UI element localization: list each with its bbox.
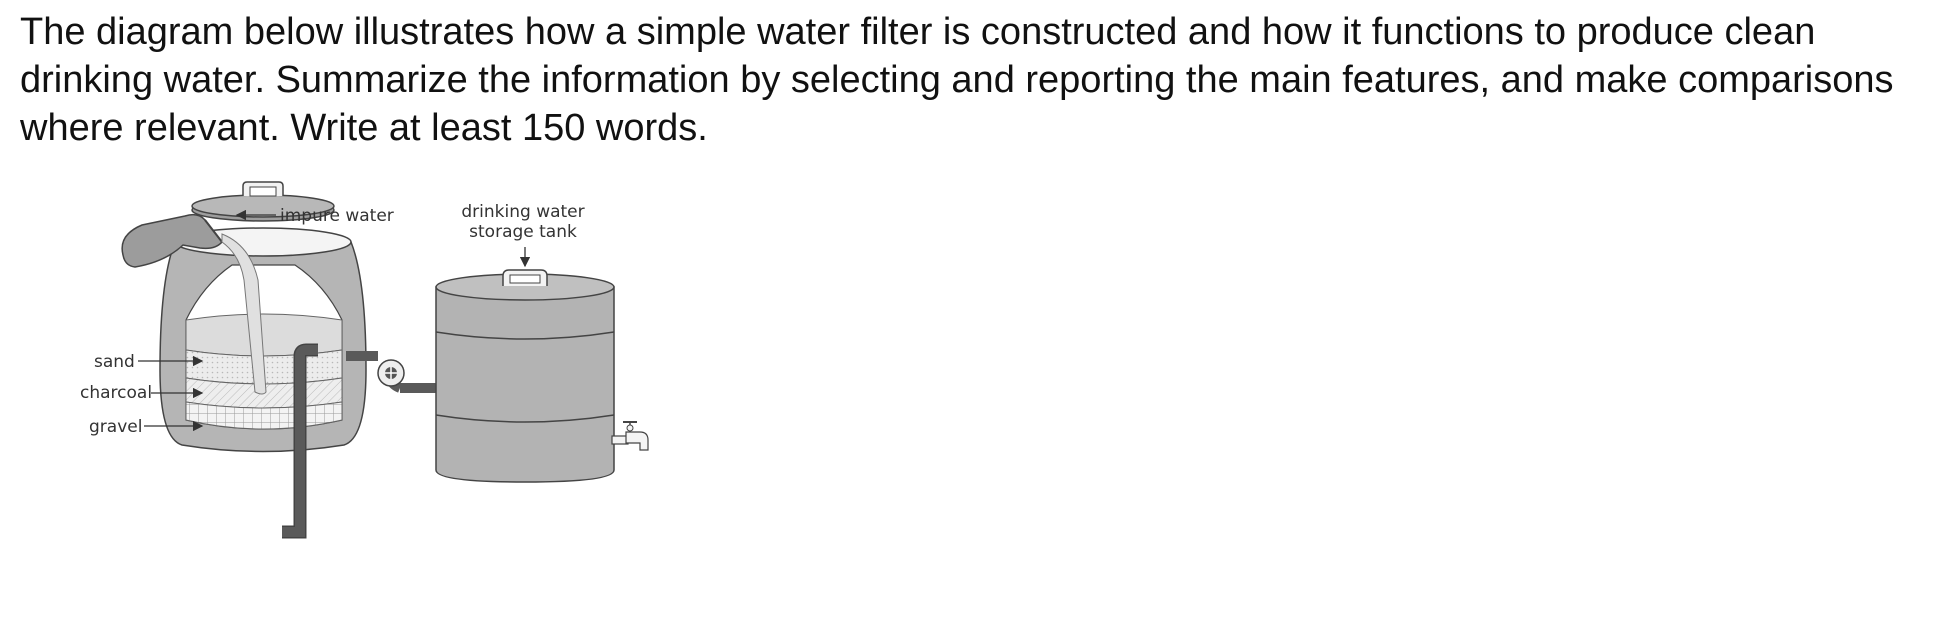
task-prompt: The diagram below illustrates how a simp…	[20, 11, 1894, 149]
sand-label: sand	[94, 352, 135, 372]
charcoal-label: charcoal	[80, 383, 152, 403]
gravel-label: gravel	[89, 417, 142, 437]
storage-tank-label-line1: drinking water	[461, 202, 584, 222]
water-filter-diagram: impure water drinking water storage tank…	[80, 181, 649, 539]
impure-water-label: impure water	[280, 206, 394, 226]
filter-barrel	[159, 227, 367, 453]
tap-icon	[611, 421, 649, 451]
storage-tank	[435, 269, 615, 483]
label-storage-tank: drinking water storage tank	[461, 202, 585, 268]
storage-tank-label-line2: storage tank	[469, 222, 577, 242]
